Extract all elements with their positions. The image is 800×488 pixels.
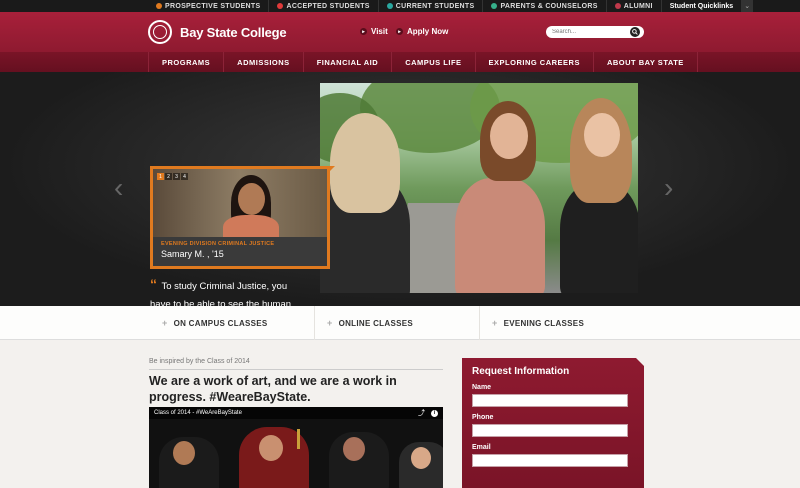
email-field[interactable] [472,454,628,467]
hero-photo [320,83,638,293]
on-campus-classes-link[interactable]: + ON CAMPUS CLASSES [162,306,314,340]
accepted-dot-icon [277,3,284,9]
site-header: Bay State College ▸ Visit ▸ Apply Now [0,12,800,52]
util-label: Accepted Students [286,2,370,10]
util-parents-counselors[interactable]: Parents & Counselors [483,0,607,12]
form-title: Request Information [472,366,570,377]
share-icon[interactable]: ⤴ [418,408,425,418]
name-field[interactable] [472,394,628,407]
search-button[interactable] [630,27,640,37]
slide-tab[interactable]: 2 [165,173,172,180]
current-dot-icon [386,3,393,9]
slide-tab[interactable]: 1 [157,173,164,180]
parents-dot-icon [491,3,498,9]
util-label: Alumni [623,2,653,10]
card-corner-decoration [327,166,335,174]
arrow-right-icon: ▸ [360,28,367,35]
utility-bar: Prospective Students Accepted Students C… [0,0,800,12]
apply-label: Apply Now [407,27,449,36]
site-logo[interactable]: Bay State College [148,20,287,44]
apply-now-link[interactable]: ▸ Apply Now [396,27,448,36]
name-label: Name [472,384,492,391]
util-label: Prospective Students [165,2,261,10]
util-accepted-students[interactable]: Accepted Students [269,0,379,12]
logo-text: Bay State College [180,24,287,40]
college-seal-icon [148,20,172,44]
util-alumni[interactable]: Alumni [607,0,662,12]
nav-exploring-careers[interactable]: EXPLORING CAREERS [474,52,593,72]
search-box [546,26,644,38]
section-headline: We are a work of art, and we are a work … [149,374,397,404]
main-content: Be inspired by the Class of 2014 We are … [0,341,800,488]
slide-tabs: 1 2 3 4 [157,173,189,180]
plus-icon: + [162,318,168,328]
class-label: ONLINE CLASSES [338,318,413,328]
nav-admissions[interactable]: ADMISSIONS [223,52,303,72]
alumni-dot-icon [614,3,621,9]
info-icon[interactable]: i [431,409,438,417]
visit-label: Visit [371,27,388,36]
video-title-bar: Class of 2014 - #WeAreBayState ⤴ i [149,407,443,419]
util-label: Parents & Counselors [500,2,598,10]
main-nav: PROGRAMS ADMISSIONS FINANCIAL AID CAMPUS… [0,52,800,72]
section-kicker: Be inspired by the Class of 2014 [149,358,250,365]
plus-icon: + [492,318,498,328]
phone-field[interactable] [472,424,628,437]
quote-mark-icon: “ [150,276,157,292]
online-classes-link[interactable]: + ONLINE CLASSES [315,306,479,340]
nav-campus-life[interactable]: CAMPUS LIFE [391,52,474,72]
video-player[interactable]: Class of 2014 - #WeAreBayState ⤴ i [149,407,443,488]
form-corner-decoration [635,357,645,367]
nav-programs[interactable]: PROGRAMS [148,52,223,72]
featured-student-card[interactable]: 1 2 3 4 Evening Division Criminal Justic… [150,166,335,269]
next-arrow-icon[interactable]: › [664,172,673,204]
search-input[interactable] [546,29,630,35]
divider [149,369,443,370]
phone-label: Phone [472,414,494,421]
video-title[interactable]: Class of 2014 - #WeAreBayState [154,410,242,416]
arrow-right-icon: ▸ [396,28,403,35]
slide-tab[interactable]: 4 [181,173,188,180]
class-type-bar: + ON CAMPUS CLASSES + ONLINE CLASSES + E… [0,306,800,340]
nav-about-bay-state[interactable]: ABOUT BAY STATE [592,52,698,72]
search-icon [632,29,638,35]
request-info-form: Request Information Name Phone Email [462,357,645,488]
visit-link[interactable]: ▸ Visit [360,27,388,36]
chevron-down-icon[interactable]: ⌄ [741,0,754,12]
util-current-students[interactable]: Current Students [379,0,484,12]
class-label: ON CAMPUS CLASSES [173,318,268,328]
featured-student-photo: 1 2 3 4 [153,169,327,237]
student-quicklinks[interactable]: Student Quicklinks [662,3,741,10]
prospective-dot-icon [156,3,162,9]
hero-slider: ‹ › 1 2 3 4 Evening [0,72,800,328]
slide-tab[interactable]: 3 [173,173,180,180]
evening-classes-link[interactable]: + EVENING CLASSES [480,306,640,340]
plus-icon: + [327,318,333,328]
student-name: Samary M. , '15 [161,249,224,259]
featured-caption: Evening Division Criminal Justice Samary… [153,237,327,266]
nav-financial-aid[interactable]: FINANCIAL AID [302,52,392,72]
email-label: Email [472,444,491,451]
prev-arrow-icon[interactable]: ‹ [114,172,123,204]
program-tag: Evening Division Criminal Justice [161,241,275,247]
util-label: Current Students [395,2,475,10]
util-prospective-students[interactable]: Prospective Students [148,0,270,12]
class-label: EVENING CLASSES [503,318,585,328]
